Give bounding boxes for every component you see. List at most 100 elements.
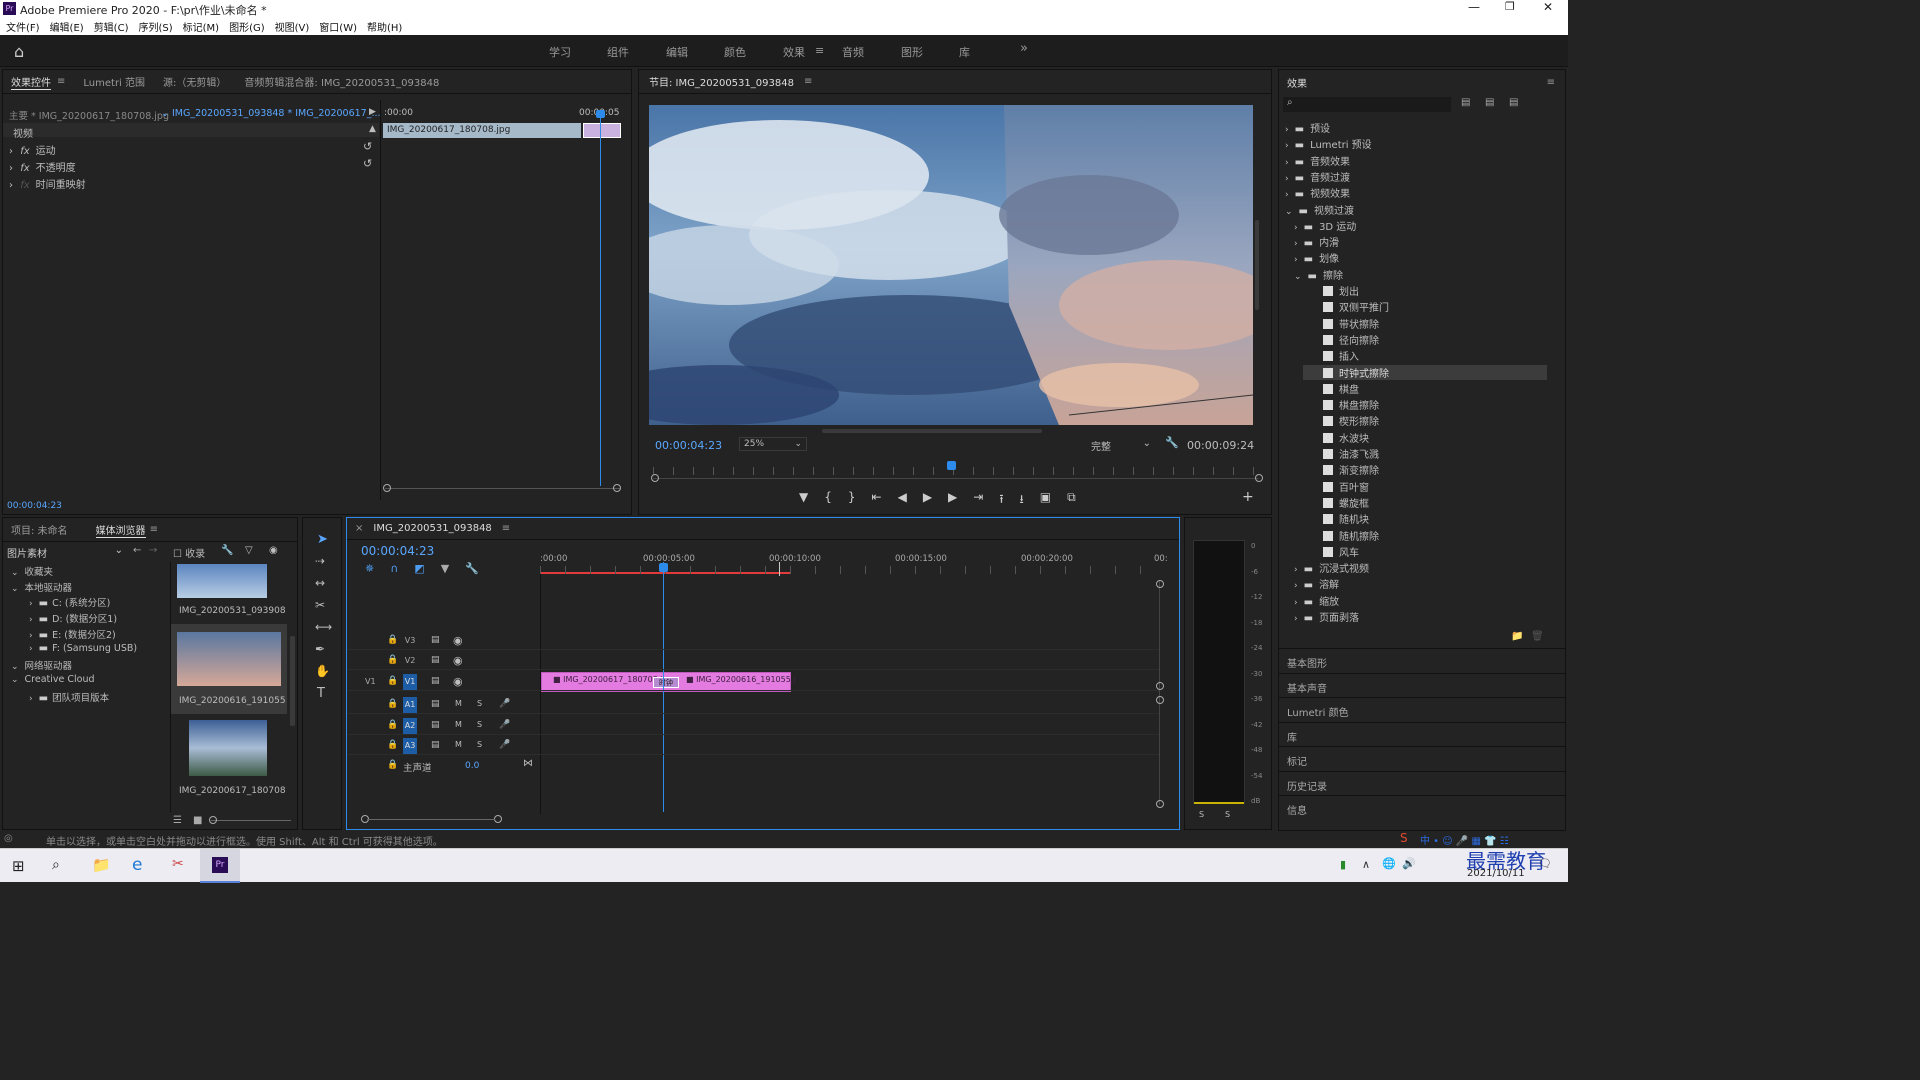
expand-arrow-icon[interactable]: › [1285,158,1289,168]
workspace-learn[interactable]: 学习 [549,44,571,60]
notification-icon[interactable]: 🗨 [1538,857,1552,870]
export-frame-icon[interactable]: ▣ [1040,490,1051,511]
effects-tree-item[interactable]: ⌄ ▬ 视频过渡 [1285,202,1354,217]
side-panel-2[interactable]: Lumetri 颜色 [1279,697,1565,719]
effects-tree-item[interactable]: › ▬ 3D 运动 [1294,218,1356,233]
tab-effect-controls[interactable]: 效果控件 [11,74,51,90]
mic-icon[interactable]: 🎤 [499,699,510,709]
fx-time-remap[interactable]: › fx 时间重映射 [9,176,86,191]
ec-playhead[interactable] [600,110,601,486]
go-to-in-icon[interactable]: ⇤ [872,490,882,511]
32bit-effects-icon[interactable]: ▤ [1485,97,1494,108]
expand-arrow-icon[interactable]: › [1294,239,1298,249]
side-panel-4[interactable]: 标记 [1279,746,1565,768]
expand-arrow-icon[interactable]: › [29,694,33,704]
mute-button[interactable]: M [455,740,462,749]
expand-arrow-icon[interactable]: › [29,615,33,625]
tab-media-browser[interactable]: 媒体浏览器 [95,522,146,538]
expand-arrow-icon[interactable]: ⌄ [11,568,19,578]
workspace-libraries[interactable]: 库 [959,44,970,60]
timeline-playhead[interactable] [663,562,664,812]
type-tool-icon[interactable]: T [317,686,325,701]
add-button-icon[interactable]: + [1242,489,1254,505]
collapse-icon[interactable]: ▲ [369,124,376,134]
expand-arrow-icon[interactable]: › [1285,141,1289,151]
effects-tree-item[interactable]: › ▬ 音频效果 [1285,153,1350,168]
thumb-image-3[interactable] [189,720,267,776]
effects-tree-item[interactable]: 百叶窗 [1303,479,1369,494]
fx-motion[interactable]: › fx 运动 [9,142,56,157]
effects-tree-item[interactable]: 油漆飞溅 [1303,446,1379,461]
track-target-V2[interactable]: V2 [403,653,417,669]
menu-item[interactable]: 标记(M) [183,19,219,34]
effects-tree-item[interactable]: 风车 [1303,544,1359,559]
effects-tree-item[interactable]: 插入 [1303,348,1359,363]
thumb-size-handle[interactable] [209,816,217,824]
effects-tree-item[interactable]: ⌄ ▬ 擦除 [1294,267,1343,282]
go-to-out-icon[interactable]: ⇥ [973,490,983,511]
solo-button[interactable]: S [477,720,482,729]
edge-icon[interactable]: e [132,855,142,875]
eye-icon[interactable]: ◉ [453,654,463,667]
effects-tree-item[interactable]: › ▬ Lumetri 预设 [1285,136,1372,151]
effects-tree-item[interactable]: › ▬ 预设 [1285,120,1330,135]
workspace-effects[interactable]: 效果 [783,44,805,60]
effects-tree-item[interactable]: › ▬ 溶解 [1294,576,1339,591]
tab-menu-icon[interactable]: ≡ [57,76,65,87]
v-scroll-mid2[interactable] [1156,696,1164,704]
snap-icon[interactable]: ∩ [390,562,398,575]
track-target-A2[interactable]: A2 [403,718,417,734]
effects-tree-item[interactable]: 划出 [1303,283,1359,298]
solo-button[interactable]: S [477,740,482,749]
sequence-clip-label[interactable]: ⌄ IMG_20200531_093848 * IMG_20200617_... [161,108,381,119]
new-bin-icon[interactable]: 📁 [1511,631,1523,642]
menu-item[interactable]: 视图(V) [275,19,310,34]
wrench-icon[interactable]: 🔧 [1165,436,1179,449]
filter-icon[interactable]: ▽ [245,545,253,556]
sequence-tab[interactable]: IMG_20200531_093848 [373,523,491,534]
master-clip-label[interactable]: 主要 * IMG_20200617_180708.jpg [9,108,169,122]
tab-source[interactable]: 源:（无剪辑） [163,74,226,89]
fx-opacity[interactable]: › fx 不透明度 [9,159,76,174]
maximize-icon[interactable]: ❐ [1505,0,1515,13]
back-arrow-icon[interactable]: ← [133,545,141,556]
effects-tree-item[interactable]: › ▬ 内滑 [1294,234,1339,249]
effects-tree-item[interactable]: 带状擦除 [1303,316,1379,331]
program-zoom-right[interactable] [1255,474,1263,482]
effects-tree-item[interactable]: 双侧平推门 [1303,299,1389,314]
expand-arrow-icon[interactable]: › [1294,223,1298,233]
effects-menu-icon[interactable]: ≡ [1547,77,1555,88]
side-panel-0[interactable]: 基本图形 [1279,648,1565,670]
more-workspaces-icon[interactable]: » [1020,41,1028,56]
effects-tree-item[interactable]: › ▬ 音频过渡 [1285,169,1350,184]
menu-item[interactable]: 窗口(W) [319,19,357,34]
ime-logo-icon[interactable]: S [1400,831,1408,845]
project-tree-item[interactable]: ⌄ 本地驱动器 [11,580,72,594]
tab-project[interactable]: 项目: 未命名 [11,522,68,537]
effects-tree-item[interactable]: 随机块 [1303,511,1369,526]
film-icon[interactable]: ▤ [431,699,440,709]
project-tree-item[interactable]: › ▬ C: (系统分区) [29,595,110,609]
mute-button[interactable]: M [455,720,462,729]
add-marker-icon[interactable]: ▼ [441,562,449,575]
clock-wipe-transition[interactable]: 时钟 [653,677,679,688]
pen-tool-icon[interactable]: ✒ [315,642,325,656]
linked-selection-icon[interactable]: ◩ [414,562,424,575]
close-sequence-icon[interactable]: × [355,523,363,534]
wrench-icon[interactable]: 🔧 [221,545,233,556]
expand-arrow-icon[interactable]: › [1294,255,1298,265]
track-target-A3[interactable]: A3 [403,738,417,754]
expand-arrow-icon[interactable]: › [1294,614,1298,624]
mic-icon[interactable]: 🎤 [499,740,510,750]
track-target-V1[interactable]: V1 [403,674,417,690]
expand-arrow-icon[interactable]: ▶ [369,107,376,117]
mic-icon[interactable]: 🎤 [499,720,510,730]
program-playhead[interactable] [947,461,956,470]
network-icon[interactable]: 🌐 [1382,857,1396,870]
mark-out-icon[interactable]: } [848,490,856,511]
project-tree-item[interactable]: › ▬ F: (Samsung USB) [29,643,137,654]
program-v-scrollbar[interactable] [1255,220,1259,310]
compare-icon[interactable]: ⧉ [1067,490,1076,511]
icon-view-icon[interactable]: ■ [193,815,202,826]
timeline-timecode[interactable]: 00:00:04:23 [361,544,434,558]
